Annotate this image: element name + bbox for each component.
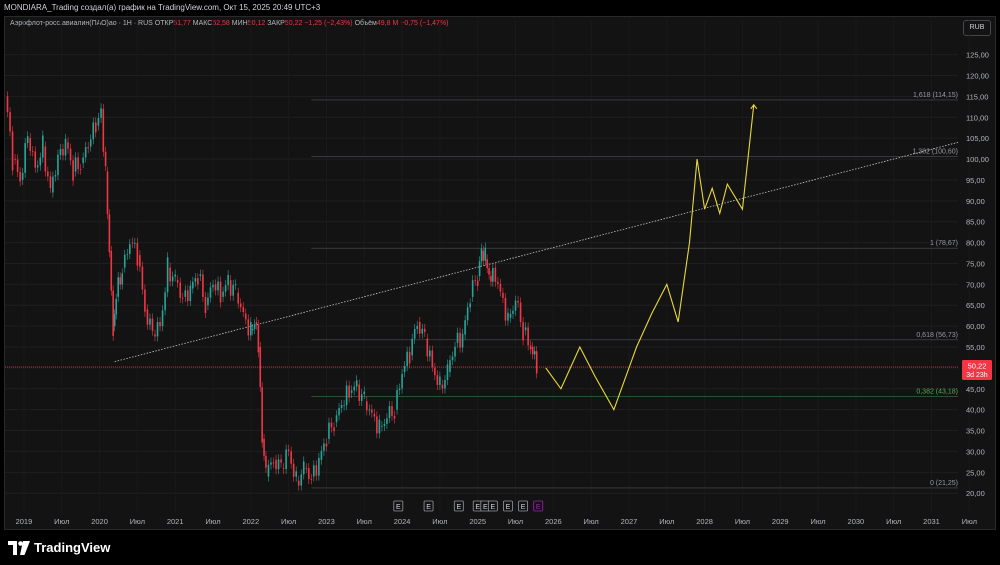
legend-open-label: ОТКР (154, 20, 174, 27)
legend-high-value: 52,58 (212, 20, 230, 27)
legend-volume-change: −0,75 (−1,47%) (400, 20, 449, 27)
attribution-bar: MONDIARA_Trading создал(а) график на Tra… (0, 0, 1000, 16)
tradingview-logo[interactable]: TradingView (8, 540, 110, 555)
legend-volume-value: 49,8 М (376, 20, 399, 27)
footer (0, 530, 1000, 565)
legend-change: −1,25 (−2,43%) (304, 20, 353, 27)
legend-low-value: 50,12 (247, 20, 266, 27)
legend-close-value: 50,22 (284, 20, 303, 27)
chart-area[interactable] (4, 16, 996, 530)
legend-close-label: ЗАКР (267, 20, 285, 27)
legend-volume-label: Объём (354, 20, 377, 27)
tradingview-logo-icon (8, 540, 30, 555)
currency-button[interactable]: RUB (963, 20, 991, 36)
legend-open-value: 51,77 (173, 20, 191, 27)
legend-high-label: МАКС (192, 20, 213, 27)
legend-low-label: МИН (231, 20, 248, 27)
legend-symbol: Аэрофлот-росс.авиалин(ПАО)ао · 1Н · RUS (10, 20, 153, 27)
attribution-text: MONDIARA_Trading создал(а) график на Tra… (4, 3, 321, 12)
chart-legend: Аэрофлот-росс.авиалин(ПАО)ао · 1Н · RUS … (10, 20, 449, 27)
brand-name: TradingView (34, 540, 111, 555)
